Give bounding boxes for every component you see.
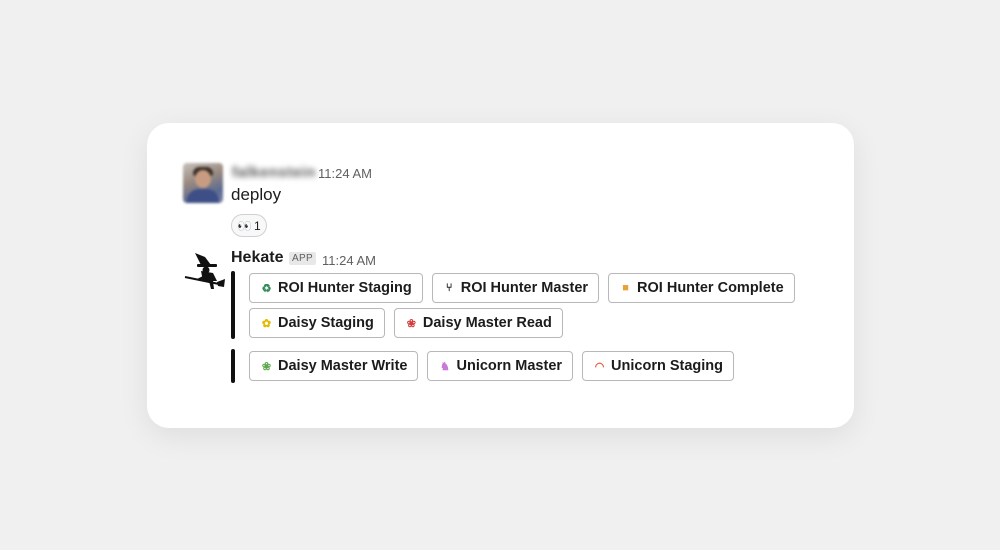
button-emoji-icon: ⑂	[445, 282, 453, 294]
reaction-eyes[interactable]: 👀 1	[231, 214, 267, 237]
attachment-bar	[231, 271, 235, 339]
deploy-button-unicorn-master[interactable]: ♞ Unicorn Master	[427, 351, 574, 381]
button-label: Unicorn Staging	[611, 358, 724, 374]
button-label: ROI Hunter Complete	[637, 280, 784, 296]
witch-on-broom-icon[interactable]	[183, 251, 225, 291]
button-emoji-icon: ❀	[261, 360, 272, 373]
app-badge: APP	[289, 252, 316, 265]
message-card: falkenstein 11:24 AM deploy 👀 1 Hekate A…	[147, 123, 854, 428]
button-label: Unicorn Master	[456, 358, 563, 374]
button-emoji-icon: ♻	[261, 282, 272, 295]
deploy-button-unicorn-staging[interactable]: ◠ Unicorn Staging	[582, 351, 735, 381]
username[interactable]: falkenstein	[232, 164, 316, 181]
reaction-count: 1	[253, 218, 261, 233]
button-emoji-icon: ♞	[440, 360, 450, 373]
user-avatar[interactable]	[183, 163, 223, 203]
message-timestamp[interactable]: 11:24 AM	[318, 166, 372, 181]
deploy-button-daisy-master-write[interactable]: ❀ Daisy Master Write	[249, 351, 419, 381]
button-label: ROI Hunter Staging	[278, 280, 412, 296]
button-emoji-icon: ❀	[406, 317, 416, 330]
button-emoji-icon: ◠	[594, 360, 605, 373]
deploy-button-roi-hunter-complete[interactable]: ■ ROI Hunter Complete	[608, 273, 795, 303]
bot-name[interactable]: Hekate	[231, 249, 283, 267]
eyes-icon: 👀	[237, 218, 252, 233]
button-emoji-icon: ✿	[261, 317, 272, 330]
message-text: deploy	[231, 185, 282, 204]
button-row: ♻ ROI Hunter Staging ⑂ ROI Hunter Master ■ RO…	[249, 273, 795, 303]
deploy-button-roi-hunter-staging[interactable]: ♻ ROI Hunter Staging	[249, 273, 423, 303]
deploy-button-daisy-staging[interactable]: ✿ Daisy Staging	[249, 308, 385, 338]
button-label: ROI Hunter Master	[460, 280, 589, 296]
button-label: Daisy Master Read	[422, 315, 552, 331]
attachment-bar	[231, 349, 235, 383]
button-row: ❀ Daisy Master Write ♞ Unicorn Master ◠ Unico…	[249, 351, 735, 381]
button-label: Daisy Master Write	[278, 358, 408, 374]
button-label: Daisy Staging	[278, 315, 374, 331]
deploy-button-roi-hunter-master[interactable]: ⑂ ROI Hunter Master	[431, 273, 600, 303]
button-row: ✿ Daisy Staging ❀ Daisy Master Read	[249, 308, 563, 338]
button-emoji-icon: ■	[622, 282, 629, 294]
deploy-button-daisy-master-read[interactable]: ❀ Daisy Master Read	[393, 308, 563, 338]
bot-message-timestamp[interactable]: 11:24 AM	[322, 253, 376, 268]
